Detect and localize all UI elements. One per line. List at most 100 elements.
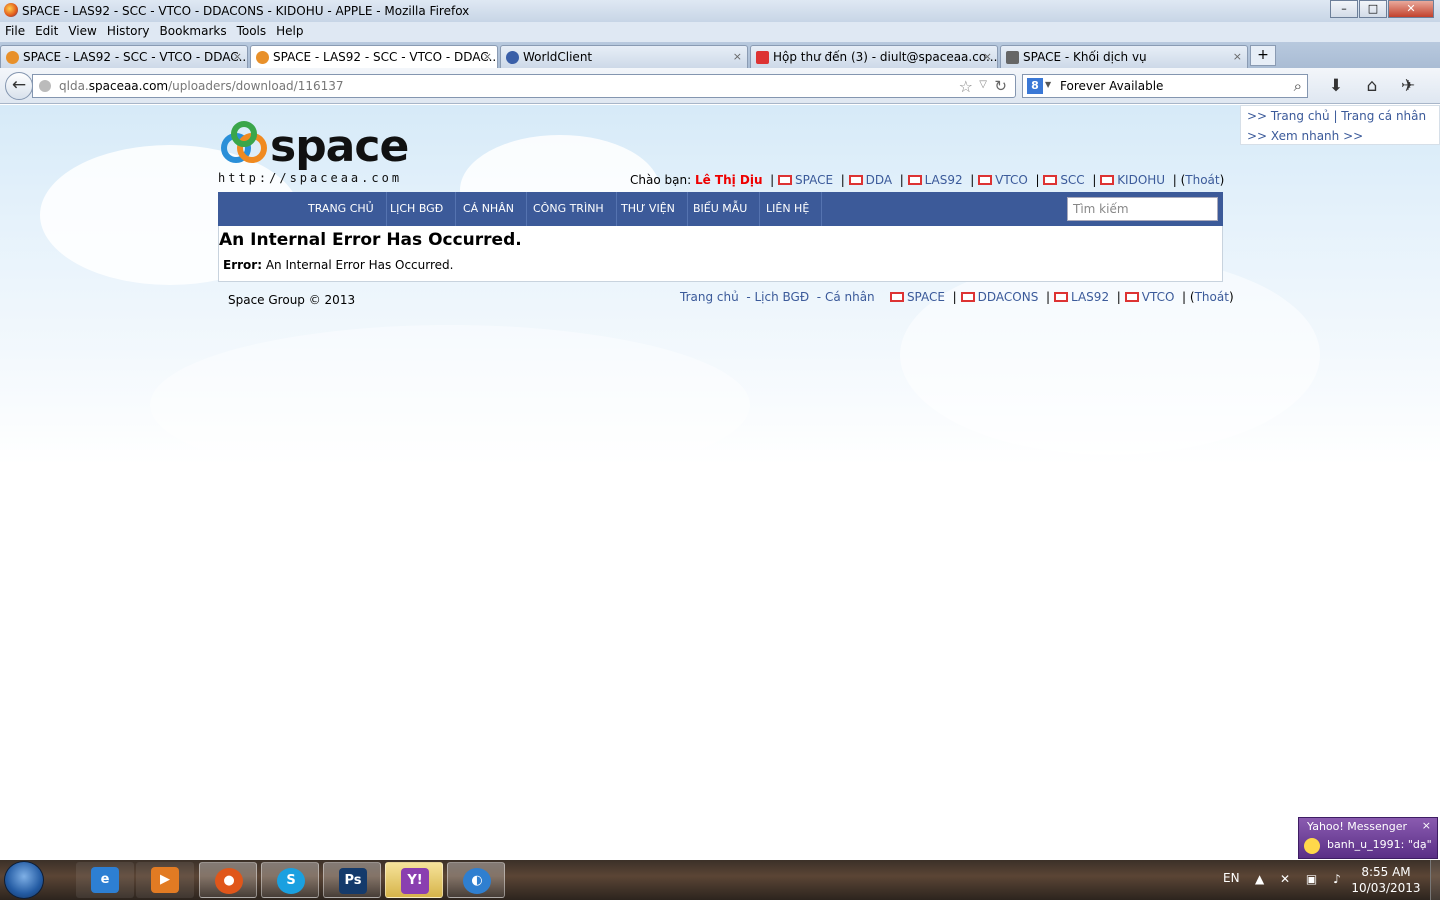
nav-schedule[interactable]: LỊCH BGĐ bbox=[378, 192, 457, 226]
copyright: Space Group © 2013 bbox=[228, 293, 356, 307]
url-path: /uploaders/download/116137 bbox=[168, 79, 344, 93]
tab-space-1[interactable]: SPACE - LAS92 - SCC - VTCO - DDAC... × bbox=[0, 45, 248, 68]
menu-help[interactable]: Help bbox=[271, 22, 308, 38]
media-player-icon: ▶ bbox=[151, 867, 179, 893]
quick-links-preview[interactable]: >> Xem nhanh >> bbox=[1241, 126, 1439, 146]
link-dda[interactable]: DDA bbox=[866, 173, 892, 187]
reload-icon[interactable]: ↻ bbox=[994, 77, 1007, 95]
taskbar-photoshop[interactable]: Ps bbox=[323, 862, 381, 898]
taskbar-firefox[interactable]: ● bbox=[199, 862, 257, 898]
new-tab-button[interactable]: + bbox=[1250, 45, 1276, 66]
tab-close-icon[interactable]: × bbox=[1233, 50, 1242, 63]
gmail-icon bbox=[756, 51, 769, 64]
download-icon[interactable]: ⬇ bbox=[1318, 76, 1354, 96]
show-desktop-button[interactable] bbox=[1430, 860, 1440, 900]
menu-bookmarks[interactable]: Bookmarks bbox=[155, 22, 232, 38]
url-text[interactable]: qlda.spaceaa.com/uploaders/download/1161… bbox=[59, 79, 344, 93]
maximize-button[interactable]: □ bbox=[1359, 0, 1387, 18]
error-message: Error: An Internal Error Has Occurred. bbox=[223, 258, 453, 272]
tray-icons[interactable]: ▲ ✕ ▣ ♪ bbox=[1255, 872, 1347, 886]
footer-home[interactable]: Trang chủ bbox=[680, 290, 739, 304]
tab-close-icon[interactable]: × bbox=[233, 50, 242, 63]
error-heading: An Internal Error Has Occurred. bbox=[219, 230, 522, 250]
nav-contact[interactable]: LIÊN HỆ bbox=[754, 192, 823, 226]
tab-services[interactable]: SPACE - Khối dịch vụ × bbox=[1000, 45, 1248, 68]
menu-file[interactable]: File bbox=[0, 22, 30, 38]
close-button[interactable]: ✕ bbox=[1388, 0, 1434, 18]
buddy-avatar-icon bbox=[1304, 838, 1320, 854]
start-button[interactable] bbox=[4, 861, 44, 899]
menu-history[interactable]: History bbox=[102, 22, 155, 38]
site-search-input[interactable]: Tìm kiếm bbox=[1067, 197, 1218, 221]
tab-close-icon[interactable]: × bbox=[733, 50, 742, 63]
tab-inbox[interactable]: Hộp thư đến (3) - diult@spaceaa.co... × bbox=[750, 45, 998, 68]
mail-icon bbox=[907, 175, 922, 185]
site-identity-icon[interactable] bbox=[39, 80, 51, 92]
logout-link[interactable]: Thoát bbox=[1185, 173, 1219, 187]
link-scc[interactable]: SCC bbox=[1060, 173, 1084, 187]
nav-home[interactable]: TRANG CHỦ bbox=[296, 192, 387, 226]
nav-personal[interactable]: CÁ NHÂN bbox=[451, 192, 527, 226]
clock[interactable]: 8:55 AM 10/03/2013 bbox=[1346, 864, 1426, 896]
tab-worldclient[interactable]: WorldClient × bbox=[500, 45, 748, 68]
mail-icon bbox=[1043, 175, 1058, 185]
taskbar: e ▶ ● S Ps Y! ◐ EN ▲ ✕ ▣ ♪ 8:55 AM 10/03… bbox=[0, 860, 1440, 900]
minimize-button[interactable]: – bbox=[1330, 0, 1358, 18]
ie-icon: e bbox=[91, 867, 119, 893]
footer-space[interactable]: SPACE bbox=[907, 290, 945, 304]
mail-icon bbox=[1054, 292, 1069, 302]
footer-ddacons[interactable]: DDACONS bbox=[978, 290, 1039, 304]
app-icon: ◐ bbox=[463, 868, 491, 894]
site-logo[interactable]: space http://spaceaa.com bbox=[218, 113, 418, 185]
url-domain: spaceaa.com bbox=[88, 79, 169, 93]
taskbar-ie[interactable]: e bbox=[76, 862, 134, 898]
taskbar-app[interactable]: ◐ bbox=[447, 862, 505, 898]
menu-view[interactable]: View bbox=[63, 22, 101, 38]
nav-forms[interactable]: BIỂU MẪU bbox=[681, 192, 761, 226]
nav-library[interactable]: THƯ VIỆN bbox=[609, 192, 688, 226]
addon-icon[interactable]: ✈ bbox=[1390, 76, 1426, 96]
taskbar-media-player[interactable]: ▶ bbox=[136, 862, 194, 898]
bookmark-star-icon[interactable]: ☆ bbox=[959, 77, 973, 96]
taskbar-yahoo[interactable]: Y! bbox=[385, 862, 443, 898]
quick-links-home[interactable]: >> Trang chủ | Trang cá nhân bbox=[1241, 106, 1439, 126]
footer-las92[interactable]: LAS92 bbox=[1071, 290, 1109, 304]
url-dropdown-icon[interactable]: ▽ bbox=[979, 79, 987, 90]
menu-tools[interactable]: Tools bbox=[232, 22, 272, 38]
tab-label: WorldClient bbox=[523, 50, 593, 64]
nav-projects[interactable]: CÔNG TRÌNH bbox=[521, 192, 617, 226]
tab-close-icon[interactable]: × bbox=[983, 50, 992, 63]
clock-date: 10/03/2013 bbox=[1351, 881, 1421, 895]
home-icon[interactable]: ⌂ bbox=[1354, 76, 1390, 96]
url-bar[interactable]: qlda.spaceaa.com/uploaders/download/1161… bbox=[32, 74, 1016, 98]
taskbar-skype[interactable]: S bbox=[261, 862, 319, 898]
search-input[interactable]: Forever Available bbox=[1060, 79, 1163, 93]
google-icon[interactable]: 8 bbox=[1027, 78, 1043, 94]
yahoo-notification[interactable]: Yahoo! Messenger × banh_u_1991: "dạ" bbox=[1298, 817, 1438, 859]
notification-message: banh_u_1991: "dạ" bbox=[1327, 838, 1432, 851]
toolbar-icons: ⬇ ⌂ ✈ bbox=[1318, 76, 1426, 96]
footer-logout[interactable]: Thoát bbox=[1195, 290, 1229, 304]
logo-url: http://spaceaa.com bbox=[218, 171, 403, 185]
tab-close-icon[interactable]: × bbox=[483, 50, 492, 63]
search-bar[interactable]: 8 ▼ Forever Available ⌕ bbox=[1022, 74, 1308, 98]
link-las92[interactable]: LAS92 bbox=[925, 173, 963, 187]
link-kidohu[interactable]: KIDOHU bbox=[1117, 173, 1165, 187]
menu-edit[interactable]: Edit bbox=[30, 22, 63, 38]
globe-icon bbox=[506, 51, 519, 64]
footer-schedule[interactable]: - Lịch BGĐ bbox=[746, 290, 809, 304]
user-name[interactable]: Lê Thị Dịu bbox=[695, 173, 763, 187]
back-button[interactable]: ← bbox=[5, 72, 33, 100]
menu-bar: File Edit View History Bookmarks Tools Help bbox=[0, 22, 1440, 42]
error-label: Error: bbox=[223, 258, 262, 272]
language-indicator[interactable]: EN bbox=[1223, 871, 1240, 885]
cloud-decoration bbox=[900, 255, 1320, 455]
link-space[interactable]: SPACE bbox=[795, 173, 833, 187]
notification-close-icon[interactable]: × bbox=[1422, 819, 1431, 832]
footer-personal[interactable]: - Cá nhân bbox=[817, 290, 875, 304]
footer-vtco[interactable]: VTCO bbox=[1142, 290, 1175, 304]
link-vtco[interactable]: VTCO bbox=[995, 173, 1028, 187]
engine-dropdown-icon[interactable]: ▼ bbox=[1045, 80, 1051, 89]
tab-space-2[interactable]: SPACE - LAS92 - SCC - VTCO - DDAC... × bbox=[250, 45, 498, 68]
search-icon[interactable]: ⌕ bbox=[1294, 77, 1302, 95]
